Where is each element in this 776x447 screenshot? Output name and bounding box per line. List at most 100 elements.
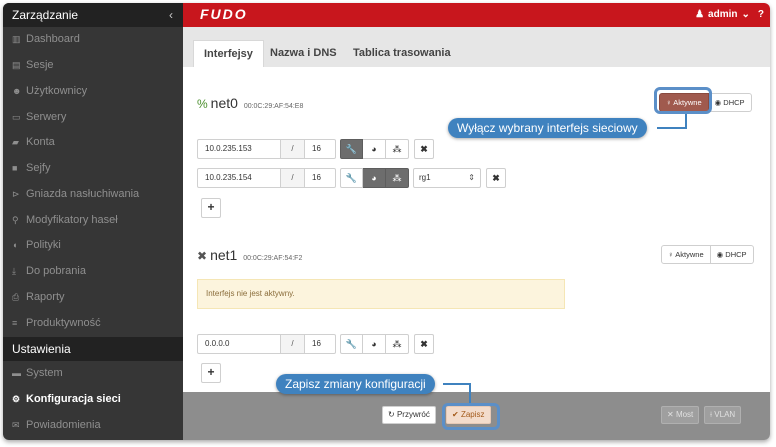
tab-name-dns[interactable]: Nazwa i DNS [260, 40, 347, 67]
sidebar-item-label: Polityki [26, 239, 61, 251]
top-bar: FUDO ♟ admin ⌄? [183, 3, 770, 27]
help-icon[interactable]: ? [758, 9, 764, 20]
sidebar-item-dashboard[interactable]: ▥ Dashboard [3, 27, 183, 51]
downloads-icon: ⤓ [12, 266, 16, 276]
sidebar-item-label: Sejfy [26, 162, 51, 174]
sidebar-item-safes[interactable]: ■ Sejfy [3, 156, 183, 180]
callout-save-changes: Zapisz zmiany konfiguracji [276, 374, 435, 394]
sidebar-item-users[interactable]: ☻ Użytkownicy [3, 79, 183, 103]
mask-separator: / [281, 168, 305, 188]
interface-name: net0 [210, 95, 238, 111]
netmask-field[interactable]: 16 [305, 139, 336, 159]
highlight-active-toggle [654, 87, 712, 114]
sidebar-item-network-config[interactable]: ⚙ Konfiguracja sieci [3, 387, 183, 411]
add-vlan-button[interactable]: ⟊ VLAN [704, 406, 742, 424]
interface-mac: 00:0C:29:AF:54:E8 [243, 103, 304, 110]
add-address-button[interactable]: + [201, 363, 221, 383]
net0-dhcp-toggle[interactable]: ◉ DHCP [708, 93, 752, 112]
sidebar-item-label: Gniazda nasłuchiwania [26, 188, 140, 200]
ip-address-field[interactable]: 10.0.235.154 [197, 168, 281, 188]
sidebar-item-label: Konta [26, 136, 55, 148]
add-address-button[interactable]: + [201, 198, 221, 218]
sidebar-item-label: Sesje [26, 59, 54, 71]
interface-net0-title: % net0 00:0C:29:AF:54:E8 [197, 95, 303, 111]
netmask-field[interactable]: 16 [305, 334, 336, 354]
sidebar: Zarządzanie ‹ ▥ Dashboard ▤ Sesje ☻ Użytkow… [3, 3, 183, 440]
sidebar-item-label: Użytkownicy [26, 85, 88, 97]
sidebar-item-system[interactable]: ▬ System [3, 361, 183, 385]
user-icon: ♟ [695, 9, 705, 20]
net0-address-row: 10.0.235.154 / 16 🔧 ◕ ⁂ rg1 ⇕ ✖ [197, 168, 506, 188]
wrench-icon[interactable]: 🔧 [340, 334, 363, 354]
dashboard-icon: ▥ [12, 34, 21, 44]
delete-address-button[interactable]: ✖ [414, 334, 434, 354]
chevron-left-icon[interactable]: ‹ [169, 3, 173, 27]
sidebar-item-servers[interactable]: ▭ Serwery [3, 105, 183, 129]
delete-address-button[interactable]: ✖ [414, 139, 434, 159]
net1-toggle-group: ♀ Aktywne ◉ DHCP [661, 245, 754, 264]
net1-active-toggle[interactable]: ♀ Aktywne [661, 245, 711, 264]
ip-address-field[interactable]: 10.0.235.153 [197, 139, 281, 159]
undo-button[interactable]: ↻ Przywróć [382, 406, 436, 424]
sidebar-section-settings[interactable]: Ustawienia [3, 337, 183, 361]
sidebar-section-label: Ustawienia [12, 342, 71, 356]
add-bridge-button[interactable]: ✕ Most [661, 406, 700, 424]
mask-separator: / [281, 334, 305, 354]
globe-icon[interactable]: ◕ [363, 334, 386, 354]
accounts-icon: ▰ [12, 137, 19, 147]
network-icon[interactable]: ⁂ [386, 139, 409, 159]
fudo-logo[interactable]: FUDO [200, 6, 248, 22]
sidebar-item-downloads[interactable]: ⤓ Do pobrania [3, 259, 183, 283]
sidebar-item-label: System [26, 367, 63, 379]
reports-icon: ⎙ [12, 292, 20, 302]
sidebar-item-accounts[interactable]: ▰ Konta [3, 130, 183, 154]
globe-icon[interactable]: ◕ [363, 139, 386, 159]
net1-address-row: 0.0.0.0 / 16 🔧 ◕ ⁂ ✖ [197, 334, 434, 354]
button-label: VLAN [714, 410, 736, 419]
toggle-label: Aktywne [675, 250, 704, 259]
sidebar-section-management[interactable]: Zarządzanie ‹ [3, 3, 183, 27]
redundancy-group-select[interactable]: rg1 ⇕ [413, 168, 481, 188]
sidebar-item-label: Konfiguracja sieci [26, 393, 121, 405]
sidebar-item-notifications[interactable]: ✉ Powiadomienia [3, 413, 183, 437]
bridge-icon: ✕ [667, 410, 674, 419]
main-content: Interfejsy Nazwa i DNS Tablica trasowani… [183, 27, 770, 392]
sidebar-item-reports[interactable]: ⎙ Raporty [3, 285, 183, 309]
notifications-icon: ✉ [12, 420, 20, 430]
undo-icon: ↻ [388, 410, 395, 419]
callout-connector [657, 127, 687, 129]
globe-icon[interactable]: ◕ [363, 168, 386, 188]
interface-net1-title: ✖ net1 00:0C:29:AF:54:F2 [197, 247, 302, 263]
dhcp-icon: ◉ [716, 250, 724, 259]
sidebar-item-productivity[interactable]: ≡ Produktywność [3, 311, 183, 335]
sidebar-item-password-changers[interactable]: ⚲ Modyfikatory haseł [3, 208, 183, 232]
wrench-icon[interactable]: 🔧 [340, 139, 363, 159]
net1-dhcp-toggle[interactable]: ◉ DHCP [710, 245, 754, 264]
sessions-icon: ▤ [12, 60, 21, 70]
listeners-icon: ⊳ [12, 189, 20, 199]
wrench-icon[interactable]: 🔧 [340, 168, 363, 188]
highlight-save-button [442, 403, 500, 430]
tab-interfaces[interactable]: Interfejsy [193, 40, 264, 67]
network-icon[interactable]: ⁂ [386, 168, 409, 188]
sidebar-item-label: Powiadomienia [26, 419, 101, 431]
tabs-bar: Interfejsy Nazwa i DNS Tablica trasowani… [183, 27, 770, 67]
tab-routing-table[interactable]: Tablica trasowania [343, 40, 461, 67]
inactive-warning: Interfejs nie jest aktywny. [197, 279, 565, 309]
servers-icon: ▭ [12, 112, 21, 122]
delete-address-button[interactable]: ✖ [486, 168, 506, 188]
toggle-label: DHCP [725, 250, 747, 259]
system-icon: ▬ [12, 368, 21, 378]
network-icon[interactable]: ⁂ [386, 334, 409, 354]
sidebar-item-policies[interactable]: ◖ Polityki [3, 233, 183, 257]
interface-name: net1 [210, 247, 238, 263]
password-changers-icon: ⚲ [12, 215, 19, 225]
dhcp-icon: ◉ [714, 98, 722, 107]
ip-address-field[interactable]: 0.0.0.0 [197, 334, 281, 354]
sidebar-item-sessions[interactable]: ▤ Sesje [3, 53, 183, 77]
user-menu[interactable]: ♟ admin ⌄? [691, 3, 764, 27]
netmask-field[interactable]: 16 [305, 168, 336, 188]
sidebar-item-listeners[interactable]: ⊳ Gniazda nasłuchiwania [3, 182, 183, 206]
callout-disable-interface: Wyłącz wybrany interfejs sieciowy [448, 118, 647, 138]
sidebar-item-label: Do pobrania [26, 265, 86, 277]
